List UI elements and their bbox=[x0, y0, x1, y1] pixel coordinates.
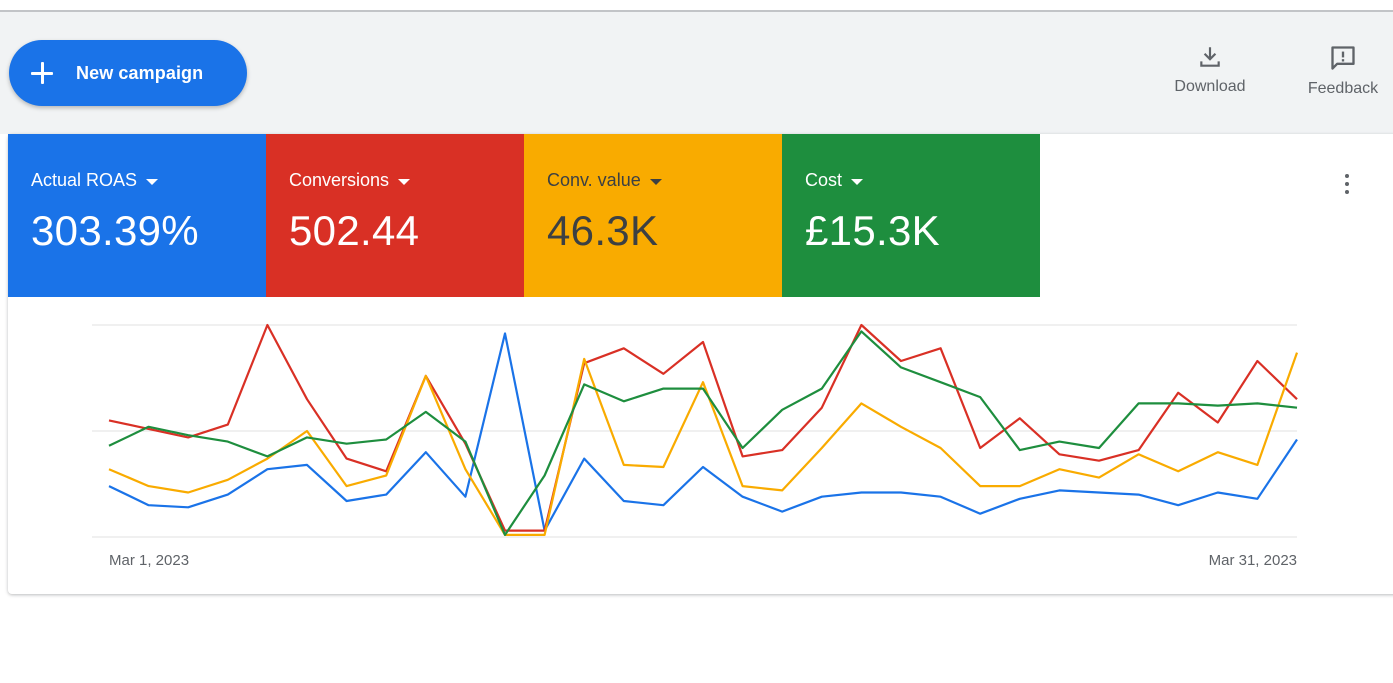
feedback-label: Feedback bbox=[1307, 80, 1379, 97]
performance-line-chart: Mar 1, 2023 Mar 31, 2023 bbox=[92, 323, 1299, 569]
x-tick-end: Mar 31, 2023 bbox=[1209, 552, 1297, 569]
series-line-conv-value bbox=[108, 352, 1299, 536]
series-line-conversions bbox=[108, 323, 1298, 532]
new-campaign-label: New campaign bbox=[76, 62, 204, 83]
feedback-icon bbox=[1331, 46, 1355, 70]
feedback-button[interactable]: Feedback bbox=[1301, 44, 1385, 98]
new-campaign-button[interactable]: New campaign bbox=[9, 40, 247, 106]
performance-card: Actual ROAS 303.39% Conversions 502.44 C… bbox=[8, 134, 1393, 594]
plus-icon bbox=[31, 62, 53, 84]
download-button[interactable]: Download bbox=[1166, 44, 1254, 96]
download-label: Download bbox=[1174, 78, 1246, 95]
top-divider bbox=[0, 0, 1393, 12]
x-tick-start: Mar 1, 2023 bbox=[109, 552, 189, 569]
download-icon bbox=[1200, 47, 1220, 67]
